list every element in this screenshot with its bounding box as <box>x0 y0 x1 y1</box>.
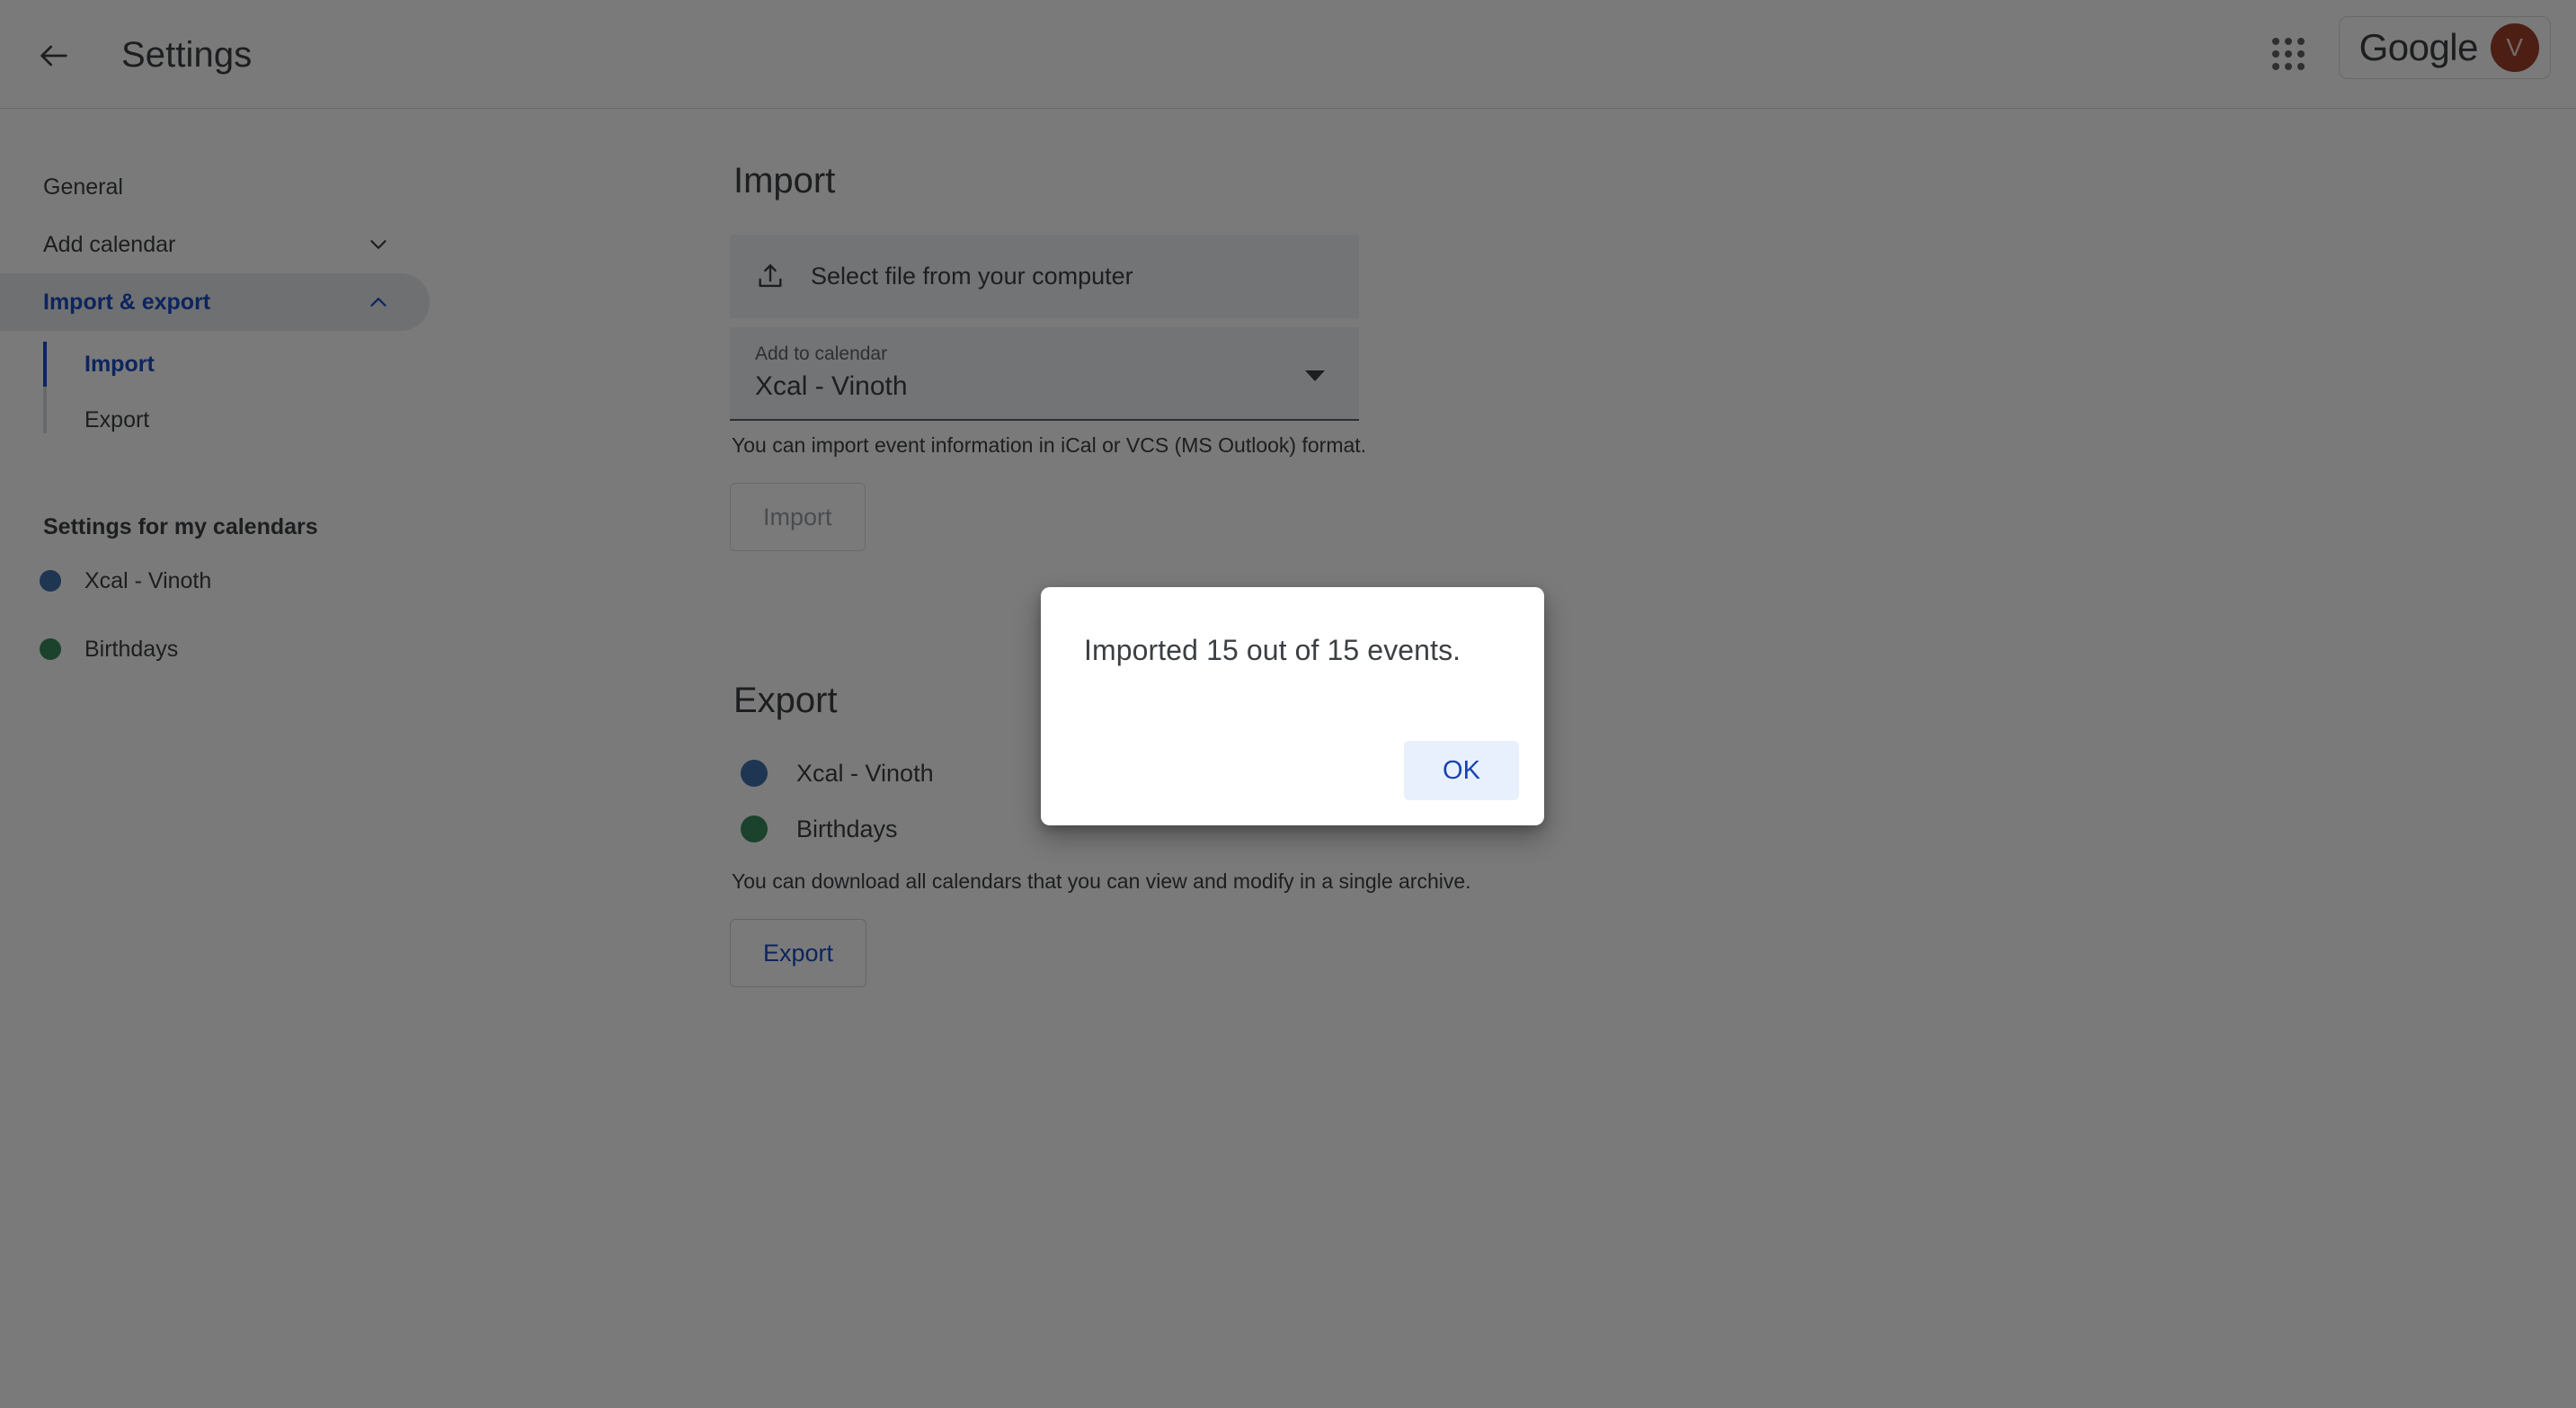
settings-page: Settings Google V General Add calendar I… <box>0 0 2576 1408</box>
dialog-message: Imported 15 out of 15 events. <box>1084 634 1461 666</box>
import-result-dialog: Imported 15 out of 15 events. OK <box>1041 587 1544 825</box>
dialog-ok-button[interactable]: OK <box>1404 741 1519 800</box>
